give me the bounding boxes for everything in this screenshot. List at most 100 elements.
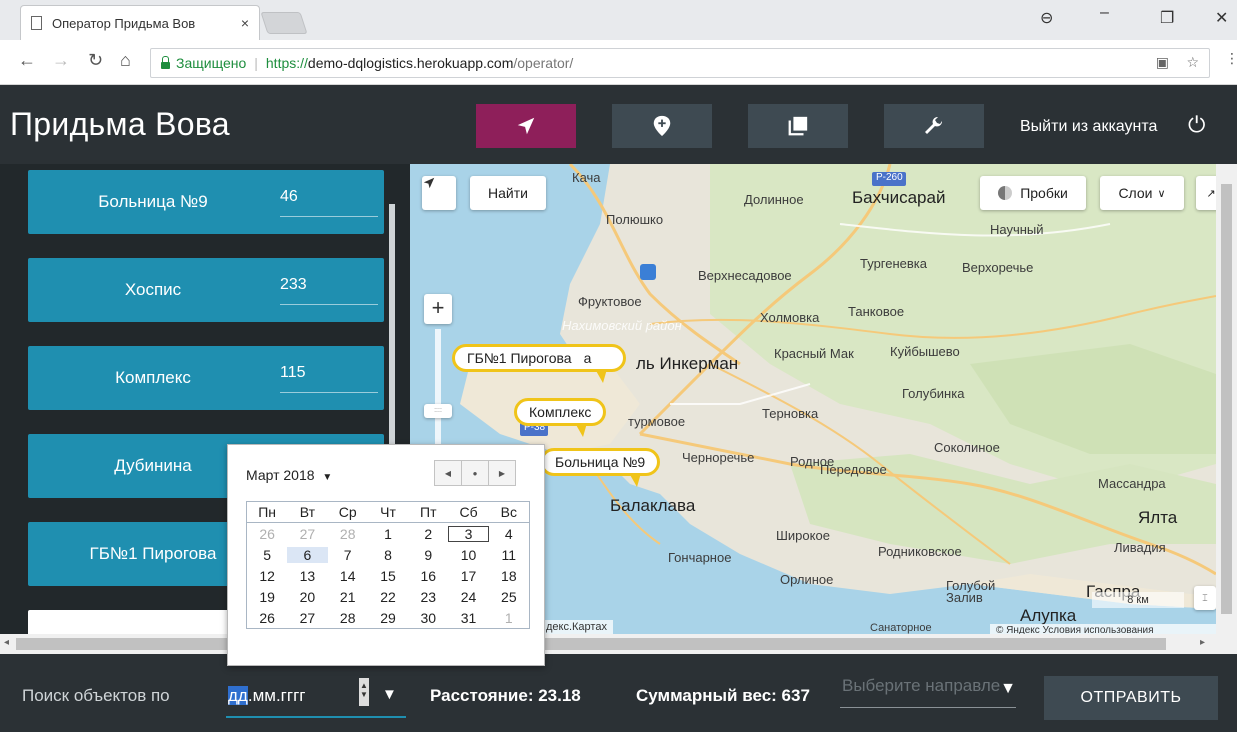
map-marker[interactable]: ГБ№1 Пирогова а (452, 344, 626, 383)
browser-tab[interactable]: Оператор Придьма Вов × (20, 5, 260, 40)
calendar-day[interactable]: 4 (489, 526, 529, 542)
map-marker[interactable]: Больница №9 (540, 448, 661, 487)
nav-route-button[interactable] (476, 104, 576, 148)
calendar-day[interactable]: 27 (287, 526, 327, 542)
scroll-right-icon[interactable]: ▸ (1200, 637, 1205, 648)
zoom-track[interactable] (435, 329, 441, 449)
calendar-day[interactable]: 15 (368, 568, 408, 584)
close-icon[interactable]: ✕ (1215, 8, 1228, 28)
object-weight-input[interactable]: 46 (280, 188, 378, 217)
calendar-day[interactable]: 1 (368, 526, 408, 542)
calendar-day[interactable]: 22 (368, 589, 408, 605)
calendar-day[interactable]: 29 (368, 610, 408, 626)
calendar-day[interactable]: 5 (247, 547, 287, 563)
object-weight-input[interactable]: 233 (280, 276, 378, 305)
calendar-day[interactable]: 11 (489, 547, 529, 563)
minimize-icon[interactable]: – (1100, 4, 1109, 22)
zoom-in-button[interactable]: + (424, 294, 452, 324)
zoom-handle[interactable]: :::: (424, 404, 452, 418)
calendar-day[interactable]: 26 (247, 526, 287, 542)
object-card[interactable]: Комплекс 115 (28, 346, 384, 410)
date-spinner[interactable]: ▲ ▼ (359, 678, 369, 706)
logout-link[interactable]: Выйти из аккаунта (1020, 118, 1157, 136)
calendar-day[interactable]: 28 (328, 610, 368, 626)
calendar-day[interactable]: 16 (408, 568, 448, 584)
calendar-day[interactable]: 19 (247, 589, 287, 605)
nav-places-button[interactable] (612, 104, 712, 148)
date-dropdown-icon[interactable]: ▼ (382, 686, 397, 703)
map-terms[interactable]: © Яндекс Условия использования (990, 624, 1216, 634)
restore-icon[interactable]: ❐ (1160, 8, 1174, 28)
star-icon[interactable]: ☆ (1186, 54, 1199, 71)
map-marker[interactable]: Комплекс (514, 398, 607, 437)
calendar-day[interactable]: 7 (328, 547, 368, 563)
calendar-day[interactable]: 25 (489, 589, 529, 605)
reload-icon[interactable]: ↻ (88, 50, 103, 71)
send-button[interactable]: ОТПРАВИТЬ (1044, 676, 1218, 720)
calendar-day[interactable]: 20 (287, 589, 327, 605)
calendar-day[interactable]: 30 (408, 610, 448, 626)
ruler-icon: ⌶ (1202, 593, 1208, 603)
horizontal-scrollbar[interactable]: ◂ ▸ (0, 634, 1237, 654)
calendar-day-today[interactable]: 3 (448, 525, 489, 542)
calendar-day[interactable]: 1 (489, 610, 529, 626)
date-input[interactable]: дд.мм.гггг ▲ ▼ ▼ (226, 678, 406, 718)
month-selector[interactable]: Март 2018 ▼ (246, 467, 332, 483)
scroll-left-icon[interactable]: ◂ (4, 637, 9, 648)
calendar-day[interactable]: 8 (368, 547, 408, 563)
calendar-day[interactable]: 26 (247, 610, 287, 626)
calendar-day[interactable]: 9 (408, 547, 448, 563)
map-copyright[interactable]: декс.Картах (540, 620, 613, 634)
date-day-segment[interactable]: дд (228, 686, 248, 705)
power-icon[interactable]: ⏻ (1188, 112, 1205, 138)
ruler-button[interactable]: ⌶ (1194, 586, 1216, 610)
calendar-day[interactable]: 14 (328, 568, 368, 584)
tab-close-icon[interactable]: × (241, 15, 249, 31)
map-place-label: Санаторное (870, 622, 932, 634)
object-card[interactable]: Больница №9 46 (28, 170, 384, 234)
object-card[interactable]: Хоспис 233 (28, 258, 384, 322)
calendar-day[interactable]: 27 (287, 610, 327, 626)
geolocate-button[interactable] (422, 176, 456, 210)
map-place-label: Голубой Залив (946, 578, 996, 605)
nav-settings-button[interactable] (884, 104, 984, 148)
today-button[interactable]: ● (461, 460, 489, 486)
prev-month-button[interactable]: ◀ (434, 460, 462, 486)
calendar-day[interactable]: 23 (408, 589, 448, 605)
calendar-day[interactable]: 10 (448, 547, 488, 563)
calendar-day[interactable]: 31 (448, 610, 488, 626)
new-tab-button[interactable] (260, 12, 308, 34)
traffic-button[interactable]: Пробки (980, 176, 1086, 210)
horizontal-scrollbar-thumb[interactable] (16, 638, 1166, 650)
map-find-button[interactable]: Найти (470, 176, 546, 210)
map-scrollbar-thumb[interactable] (1221, 184, 1232, 614)
date-rest-segment[interactable]: .мм.гггг (248, 686, 306, 705)
forward-icon[interactable]: → (52, 50, 70, 71)
nav-collection-button[interactable] (748, 104, 848, 148)
translate-icon[interactable]: ▣ (1156, 54, 1169, 71)
back-icon[interactable]: ← (18, 50, 36, 71)
fullscreen-button[interactable]: ↗ (1196, 176, 1216, 210)
calendar-day[interactable]: 28 (328, 526, 368, 542)
map-place-label: ль Инкерман (636, 354, 739, 373)
calendar-day[interactable]: 21 (328, 589, 368, 605)
calendar-day-selected[interactable]: 6 (287, 546, 328, 563)
address-bar[interactable]: Защищено | https:// demo-dqlogistics.her… (150, 48, 1210, 78)
calendar-day[interactable]: 2 (408, 526, 448, 542)
calendar-day[interactable]: 24 (448, 589, 488, 605)
date-input-text[interactable]: дд.мм.гггг (228, 686, 305, 706)
calendar-day[interactable]: 17 (448, 568, 488, 584)
layers-button[interactable]: Слои ∨ (1100, 176, 1184, 210)
profile-icon[interactable]: ⊖ (1040, 8, 1053, 28)
marker-label-tail: а (583, 350, 592, 366)
map-scrollbar[interactable] (1216, 164, 1237, 634)
object-weight-input[interactable]: 115 (280, 364, 378, 393)
home-icon[interactable]: ⌂ (120, 50, 131, 71)
calendar-day[interactable]: 18 (489, 568, 529, 584)
menu-icon[interactable]: ⋮ (1225, 50, 1237, 67)
map-place-label: Тургеневка (860, 256, 927, 271)
calendar-day[interactable]: 13 (287, 568, 327, 584)
next-month-button[interactable]: ▶ (488, 460, 516, 486)
calendar-day[interactable]: 12 (247, 568, 287, 584)
direction-select[interactable]: Выберите направле ▼ (840, 672, 1016, 708)
